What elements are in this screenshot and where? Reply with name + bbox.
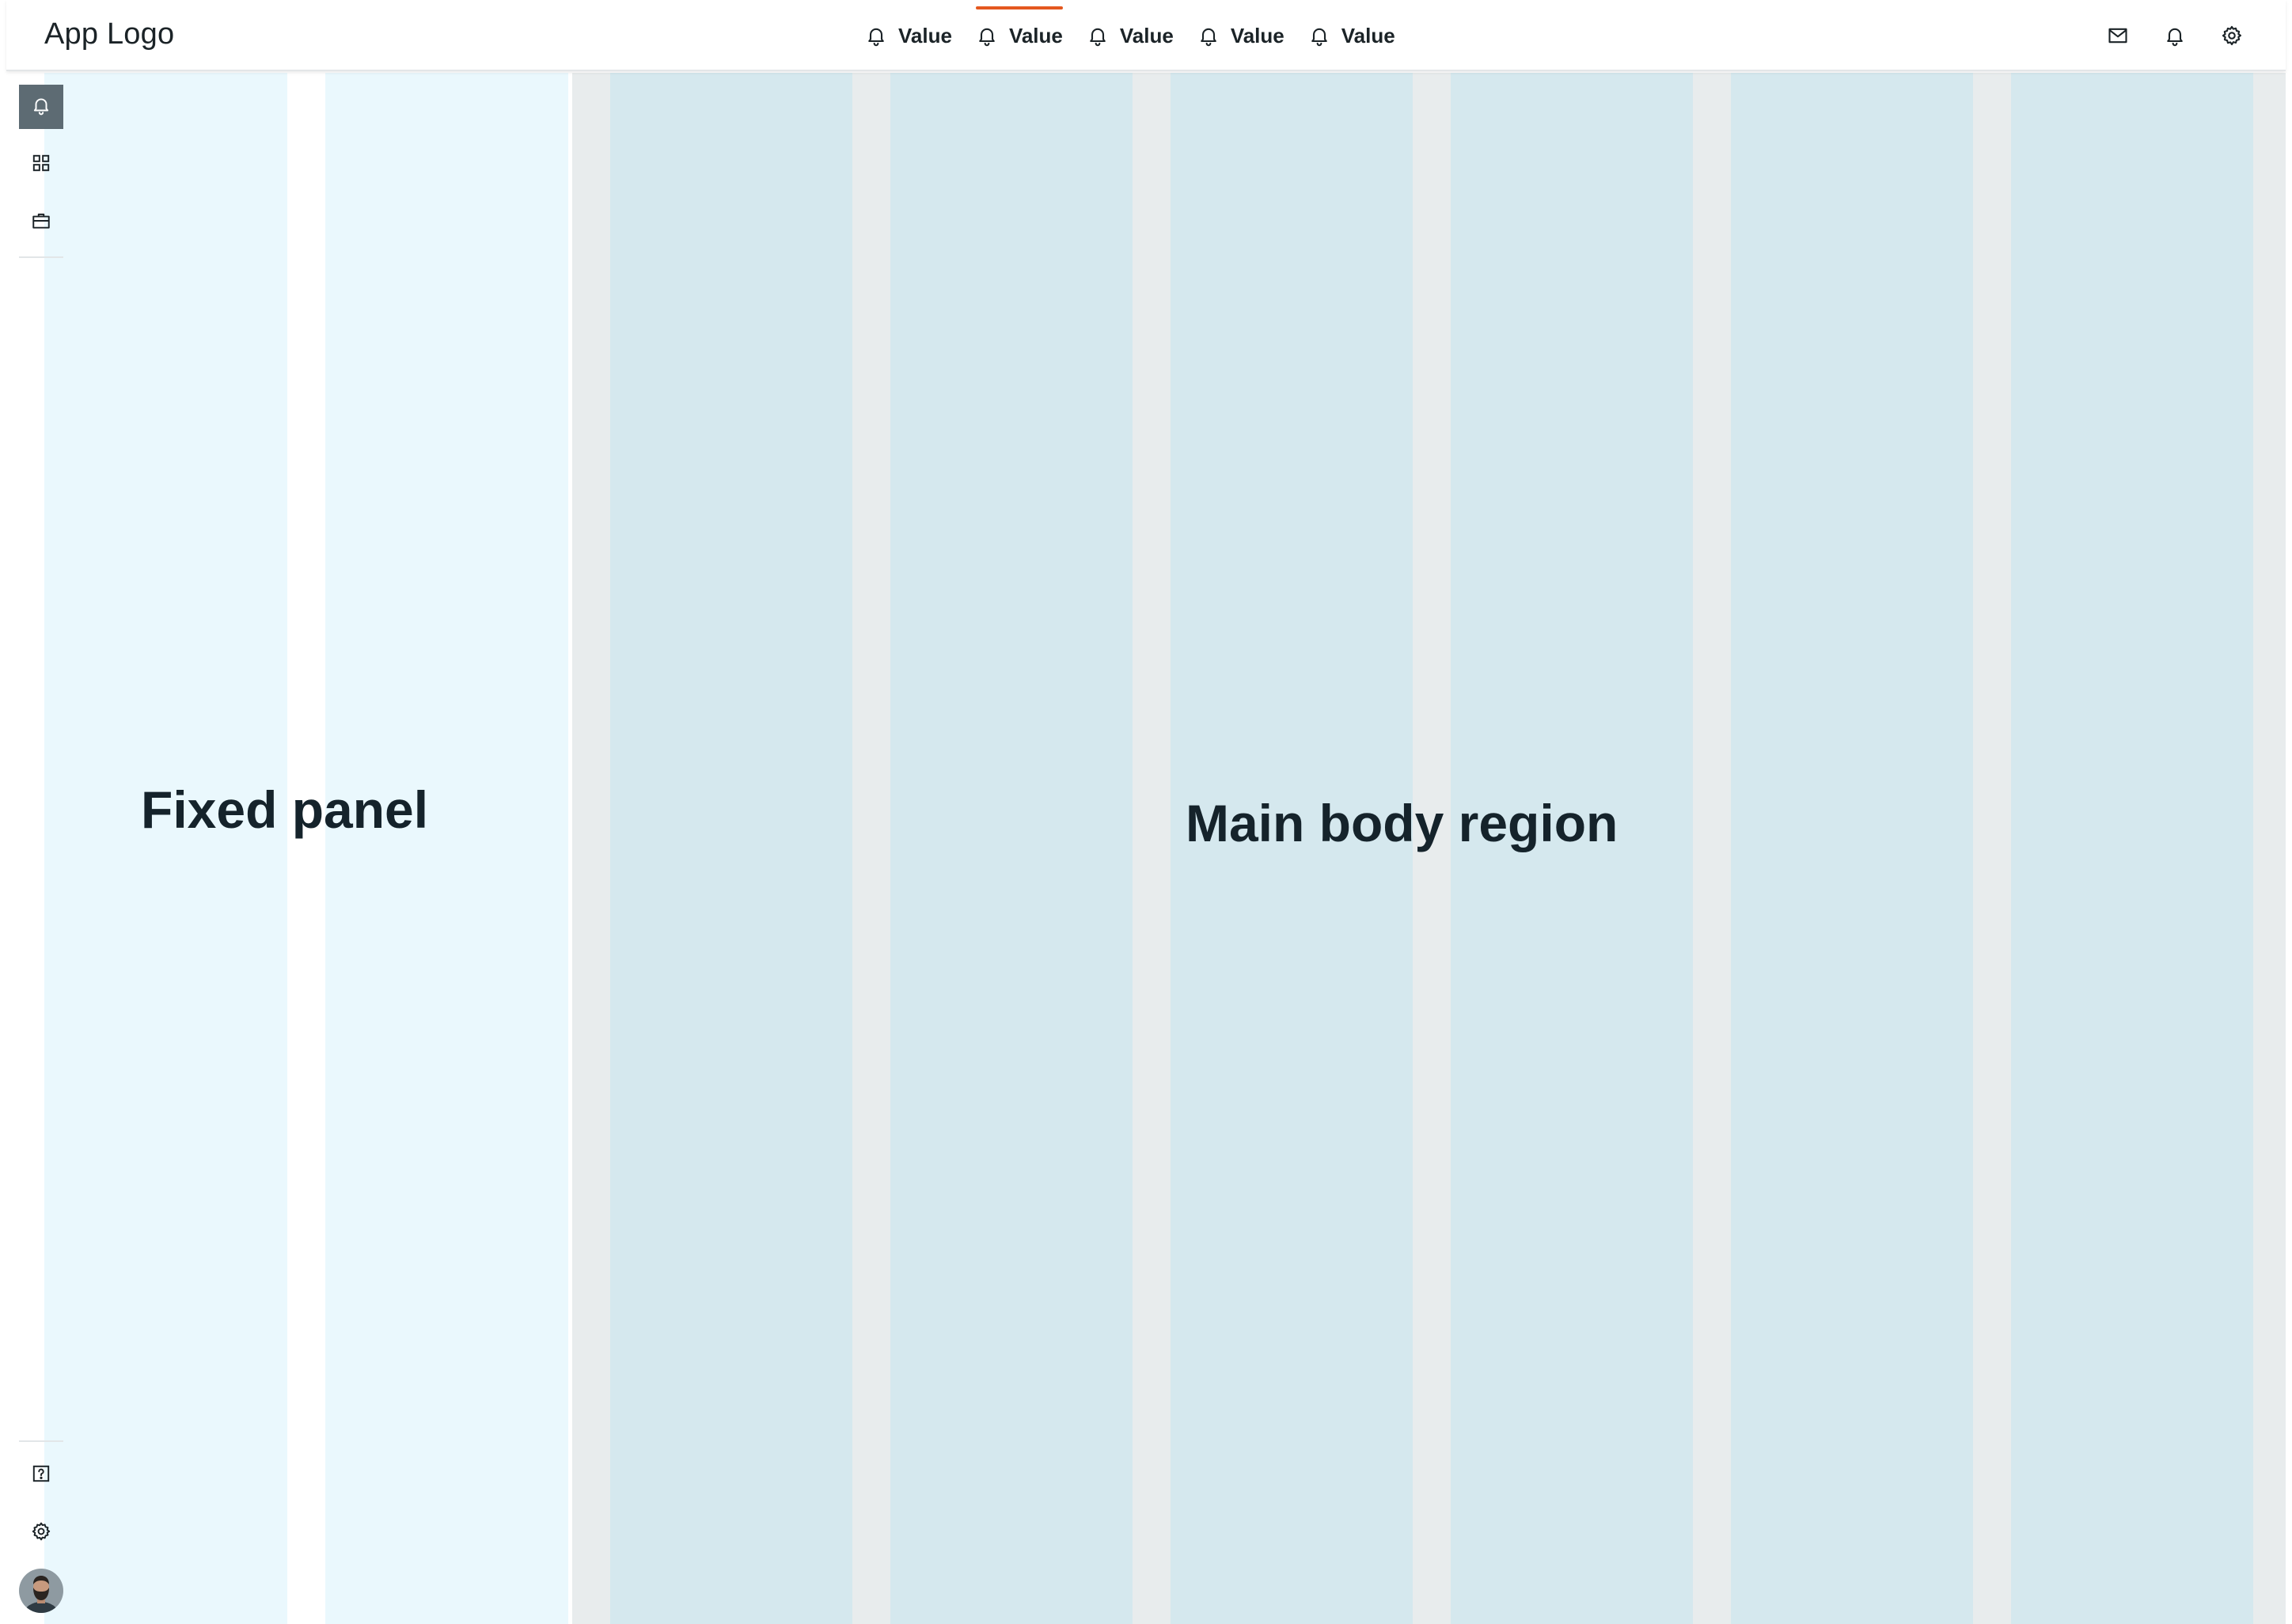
bell-icon [976,25,998,47]
nav-tab-4[interactable]: Value [1197,0,1285,71]
top-actions [2075,0,2246,71]
main-body-label: Main body region [1186,794,1618,852]
main-column [2011,73,2253,1624]
grid-icon [31,153,51,177]
bell-icon [31,95,51,120]
left-rail [6,73,63,1624]
nav-tab-label: Value [1008,23,1063,47]
main-column [1731,73,1973,1624]
nav-tab-label: Value [898,23,952,47]
nav-tab-3[interactable]: Value [1087,0,1174,71]
nav-tabs: Value Value Value Value Value [865,0,1419,71]
fixed-panel-column [325,73,568,1624]
nav-tab-1[interactable]: Value [865,0,952,71]
rail-divider [19,256,63,258]
nav-tab-label: Value [1119,23,1174,47]
nav-tab-5[interactable]: Value [1308,0,1395,71]
nav-tab-label: Value [1230,23,1285,47]
main-column [890,73,1133,1624]
app-frame: App Logo Value Value Value Value Value F… [6,0,2286,1624]
bell-icon [1197,25,1220,47]
top-bar: App Logo Value Value Value Value Value [6,0,2286,71]
briefcase-icon [31,211,51,235]
nav-tab-2[interactable]: Value [975,0,1063,71]
fixed-panel-column [44,73,287,1624]
rail-item-notifications[interactable] [19,85,63,129]
app-logo[interactable]: App Logo [44,17,174,51]
bell-icon [865,25,887,47]
mail-icon[interactable] [2104,21,2132,50]
fixed-panel-label: Fixed panel [141,780,429,839]
rail-item-help[interactable] [19,1453,63,1497]
bell-icon [1087,25,1109,47]
avatar[interactable] [19,1569,63,1613]
fixed-panel-region [44,73,572,1624]
rail-item-briefcase[interactable] [19,200,63,245]
main-column [610,73,852,1624]
rail-item-settings[interactable] [19,1511,63,1555]
help-icon [31,1463,51,1488]
nav-tab-label: Value [1341,23,1395,47]
gear-icon[interactable] [2218,21,2246,50]
bell-icon[interactable] [2161,21,2189,50]
rail-item-dashboard[interactable] [19,142,63,187]
bell-icon [1308,25,1330,47]
rail-divider [19,1440,63,1442]
gear-icon [31,1521,51,1546]
